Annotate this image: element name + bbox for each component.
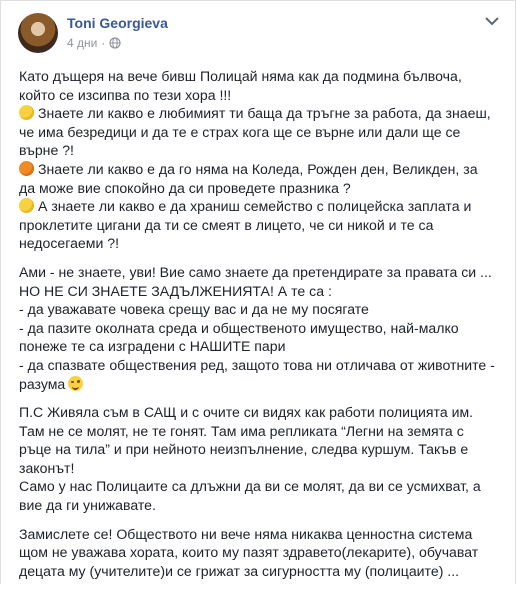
- post-line: А знаете ли какво е да храниш семейство …: [19, 197, 503, 216]
- post-line: Знаете ли какво е любимият ти баща да тр…: [19, 104, 503, 123]
- post-paragraph: П.С Живяла съм в САЩ и с очите си видях …: [19, 403, 503, 515]
- post-line: децата му (учителите)и се грижат за сигу…: [19, 562, 503, 581]
- post-line-text: щом не уважава хората, които му пазят зд…: [19, 544, 479, 561]
- post-line: - да спазвате обществения ред, защото то…: [19, 356, 503, 375]
- post-paragraph: Замислете се! Обществото ни вече няма ни…: [19, 525, 503, 581]
- post-line: който се изсипва по тези хора !!!: [19, 86, 503, 105]
- post-line-text: Като дъщеря на вече бивш Полицай няма ка…: [19, 68, 462, 84]
- post-line: Знаете ли какво е да го няма на Коледа, …: [19, 160, 503, 179]
- wink-emoji-icon: [68, 375, 84, 391]
- post-paragraph: Ами - не знаете, уви! Вие само знаете да…: [19, 263, 503, 393]
- post-line: - да пазите околната среда и общественот…: [19, 319, 503, 338]
- post-line: - да уважавате човека срещу вас и да не …: [19, 300, 503, 319]
- post-line-text: А знаете ли какво е да храниш семейство …: [38, 198, 472, 215]
- post-line-text: НО НЕ СИ ЗНАЕТЕ ЗАДЪЛЖЕНИЯТА! А те са :: [19, 282, 332, 299]
- post-line-text: - да спазвате обществения ред, защото то…: [19, 356, 495, 373]
- post-line-text: понеже те са изградени с НАШИТЕ пари: [19, 338, 286, 355]
- meta-separator: ·: [101, 36, 106, 50]
- post-meta: 4 дни ·: [67, 36, 121, 50]
- post-line-text: - да уважавате човека срещу вас и да не …: [19, 301, 369, 318]
- post-line: проклетите цигани да ти се смеят в лицет…: [19, 216, 503, 235]
- post-line-text: ръце на тила” и при нейното неизпълнение…: [19, 441, 469, 458]
- author-name[interactable]: Toni Georgieva: [67, 15, 168, 31]
- post-body: Като дъщеря на вече бивш Полицай няма ка…: [19, 67, 503, 590]
- post-card: Toni Georgieva 4 дни · Като дъщеря на ве…: [0, 0, 516, 584]
- orange-circle-emoji-icon: [19, 160, 34, 176]
- post-line: Само у нас Полицаите са длъжни да ви се …: [19, 477, 503, 496]
- post-line: разума: [19, 375, 503, 394]
- post-line-text: - да пазите околната среда и общественот…: [19, 319, 459, 336]
- post-line-text: Знаете ли какво е да го няма на Коледа, …: [38, 160, 478, 177]
- post-line-text: върне ?!: [19, 142, 74, 159]
- post-line: НО НЕ СИ ЗНАЕТЕ ЗАДЪЛЖЕНИЯТА! А те са :: [19, 282, 503, 301]
- post-line-text: който се изсипва по тези хора !!!: [19, 86, 232, 103]
- post-line-text: Там не се молят, не те гонят. Там има ре…: [19, 422, 464, 439]
- yellow-circle-emoji-icon: [19, 105, 34, 121]
- post-line-text: вие да ги унижавате.: [19, 497, 156, 514]
- post-line: П.С Живяла съм в САЩ и с очите си видях …: [19, 403, 503, 422]
- post-line: законът!: [19, 459, 503, 478]
- post-line: ръце на тила” и при нейното неизпълнение…: [19, 440, 503, 459]
- globe-icon[interactable]: [109, 37, 121, 49]
- post-line: Ами - не знаете, уви! Вие само знаете да…: [19, 263, 503, 282]
- post-line: щом не уважава хората, които му пазят зд…: [19, 543, 503, 562]
- post-line: Замислете се! Обществото ни вече няма ни…: [19, 525, 503, 544]
- post-line-text: недосегаеми ?!: [19, 235, 119, 252]
- post-line-text: законът!: [19, 459, 75, 476]
- post-line-text: П.С Живяла съм в САЩ и с очите си видях …: [19, 404, 474, 421]
- post-line: понеже те са изградени с НАШИТЕ пари: [19, 337, 503, 356]
- post-line-text: Само у нас Полицаите са длъжни да ви се …: [19, 478, 481, 495]
- post-line-text: че има безредици и да те е страх кога ще…: [19, 123, 461, 140]
- post-time[interactable]: 4 дни: [67, 36, 97, 50]
- post-line: Като дъщеря на вече бивш Полицай няма ка…: [19, 67, 503, 86]
- post-line-text: Замислете се! Обществото ни вече няма ни…: [19, 525, 473, 542]
- post-line: Там не се молят, не те гонят. Там има ре…: [19, 422, 503, 441]
- post-line-text: Знаете ли какво е любимият ти баща да тр…: [38, 105, 491, 122]
- post-header: Toni Georgieva 4 дни ·: [1, 1, 515, 63]
- post-line: че има безредици и да те е страх кога ще…: [19, 123, 503, 142]
- post-line-text: проклетите цигани да ти се смеят в лицет…: [19, 216, 434, 233]
- yellow-circle-emoji-icon: [19, 198, 34, 214]
- post-paragraph: Като дъщеря на вече бивш Полицай няма ка…: [19, 67, 503, 253]
- post-line: недосегаеми ?!: [19, 234, 503, 253]
- post-line: върне ?!: [19, 141, 503, 160]
- post-line-text: да може вие спокойно да си проведете пра…: [19, 179, 351, 196]
- chevron-down-icon[interactable]: [483, 15, 501, 27]
- post-line: вие да ги унижавате.: [19, 496, 503, 515]
- avatar[interactable]: [18, 13, 58, 53]
- post-line-text: Ами - не знаете, уви! Вие само знаете да…: [19, 263, 492, 280]
- post-line-text: разума: [19, 375, 66, 392]
- post-line: да може вие спокойно да си проведете пра…: [19, 179, 503, 198]
- post-line-text: децата му (учителите)и се грижат за сигу…: [19, 562, 460, 579]
